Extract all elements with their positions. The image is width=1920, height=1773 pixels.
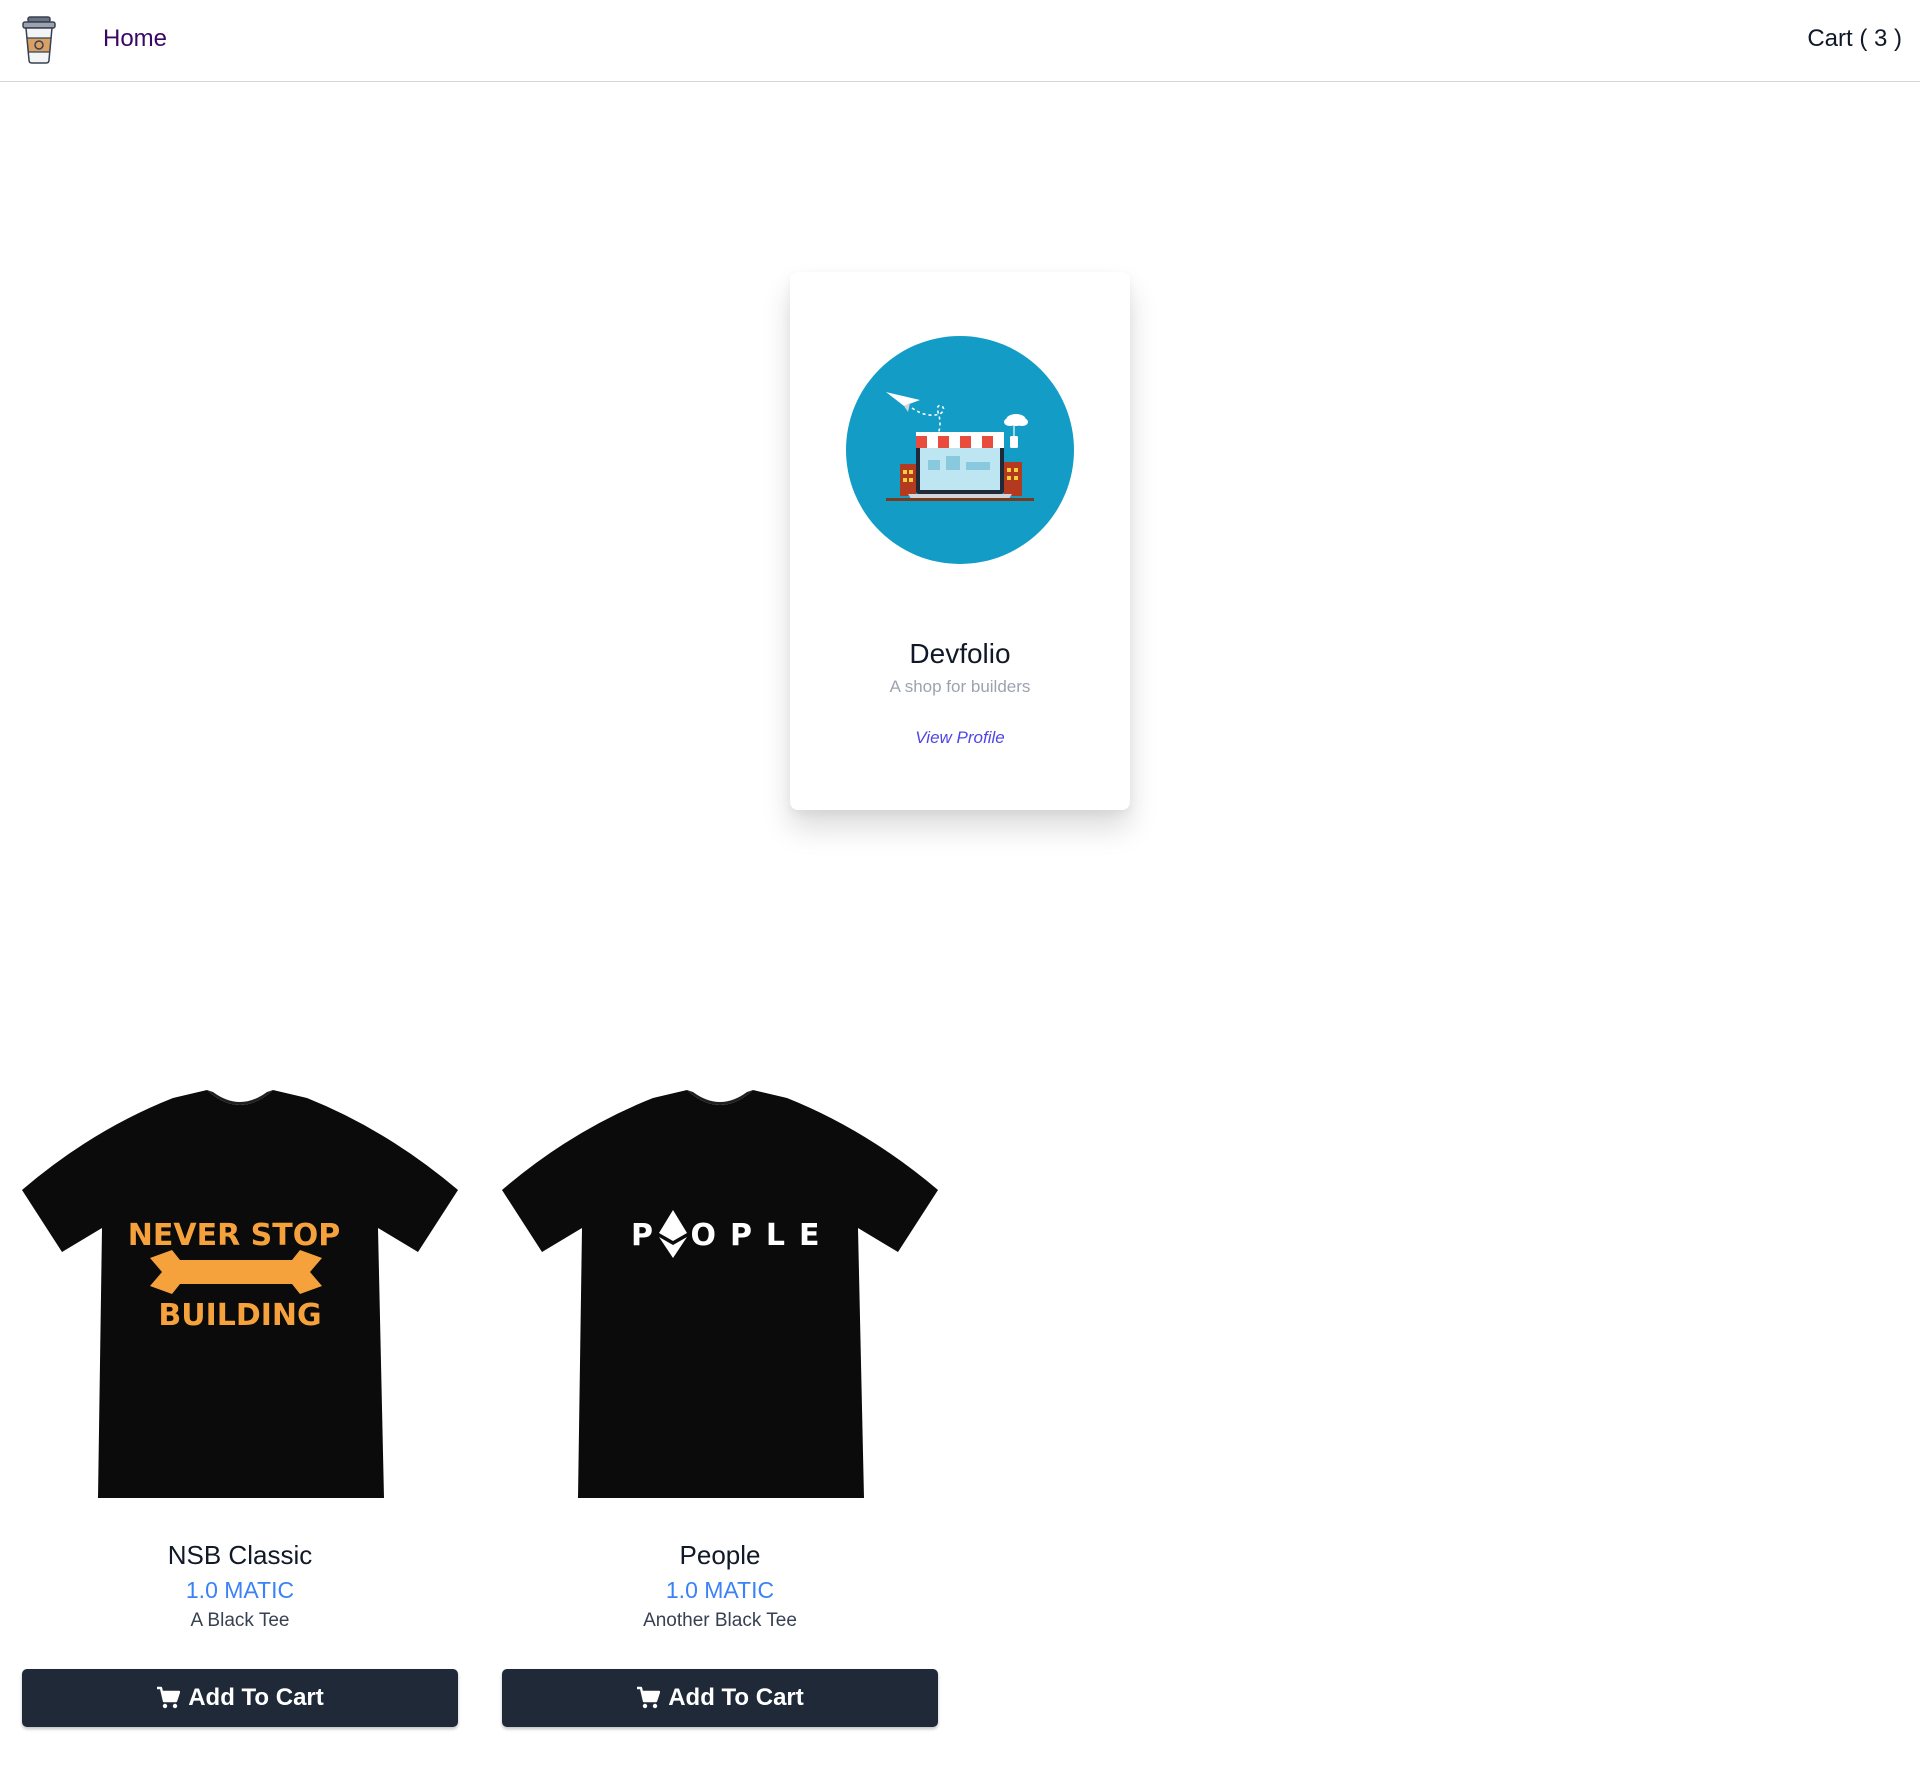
add-to-cart-label: Add To Cart	[668, 1684, 804, 1711]
shopping-cart-icon	[157, 1686, 181, 1709]
add-to-cart-button[interactable]: Add To Cart	[502, 1669, 938, 1727]
product-card: NEVER STOP BUILDING NSB Classic 1.0 MATI…	[22, 1080, 458, 1730]
product-name: NSB Classic	[167, 1540, 313, 1570]
nav-cart-link[interactable]: Cart ( 3 )	[1807, 25, 1902, 53]
add-to-cart-label: Add To Cart	[188, 1684, 324, 1711]
top-navbar: Home Cart ( 3 )	[0, 0, 1920, 82]
product-description: Another Black Tee	[643, 1610, 797, 1631]
tshirt-print-left: P	[631, 1218, 653, 1253]
shopping-cart-icon	[637, 1686, 661, 1709]
product-description: A Black Tee	[190, 1610, 290, 1631]
product-card: P OPLE People 1.0 MATIC Another Black Te…	[502, 1080, 938, 1730]
product-price: 1.0 MATIC	[665, 1577, 775, 1603]
storefront-laptop-icon	[846, 336, 1074, 564]
product-price: 1.0 MATIC	[185, 1577, 295, 1603]
nav-home-link[interactable]: Home	[103, 25, 167, 53]
product-name: People	[679, 1540, 761, 1570]
shop-profile-card: Devfolio A shop for builders View Profil…	[790, 272, 1130, 810]
shop-tagline: A shop for builders	[889, 677, 1031, 696]
add-to-cart-button[interactable]: Add To Cart	[22, 1669, 458, 1727]
product-image-tshirt[interactable]: P OPLE	[502, 1080, 938, 1510]
tshirt-print-top: NEVER STOP	[128, 1218, 340, 1253]
coffee-cup-icon[interactable]	[18, 14, 60, 66]
tshirt-print-bottom: BUILDING	[158, 1298, 321, 1333]
tshirt-print-right: OPLE	[690, 1218, 833, 1253]
shop-name: Devfolio	[909, 638, 1011, 669]
view-profile-link[interactable]: View Profile	[790, 728, 1130, 748]
product-image-tshirt[interactable]: NEVER STOP BUILDING	[22, 1080, 458, 1510]
